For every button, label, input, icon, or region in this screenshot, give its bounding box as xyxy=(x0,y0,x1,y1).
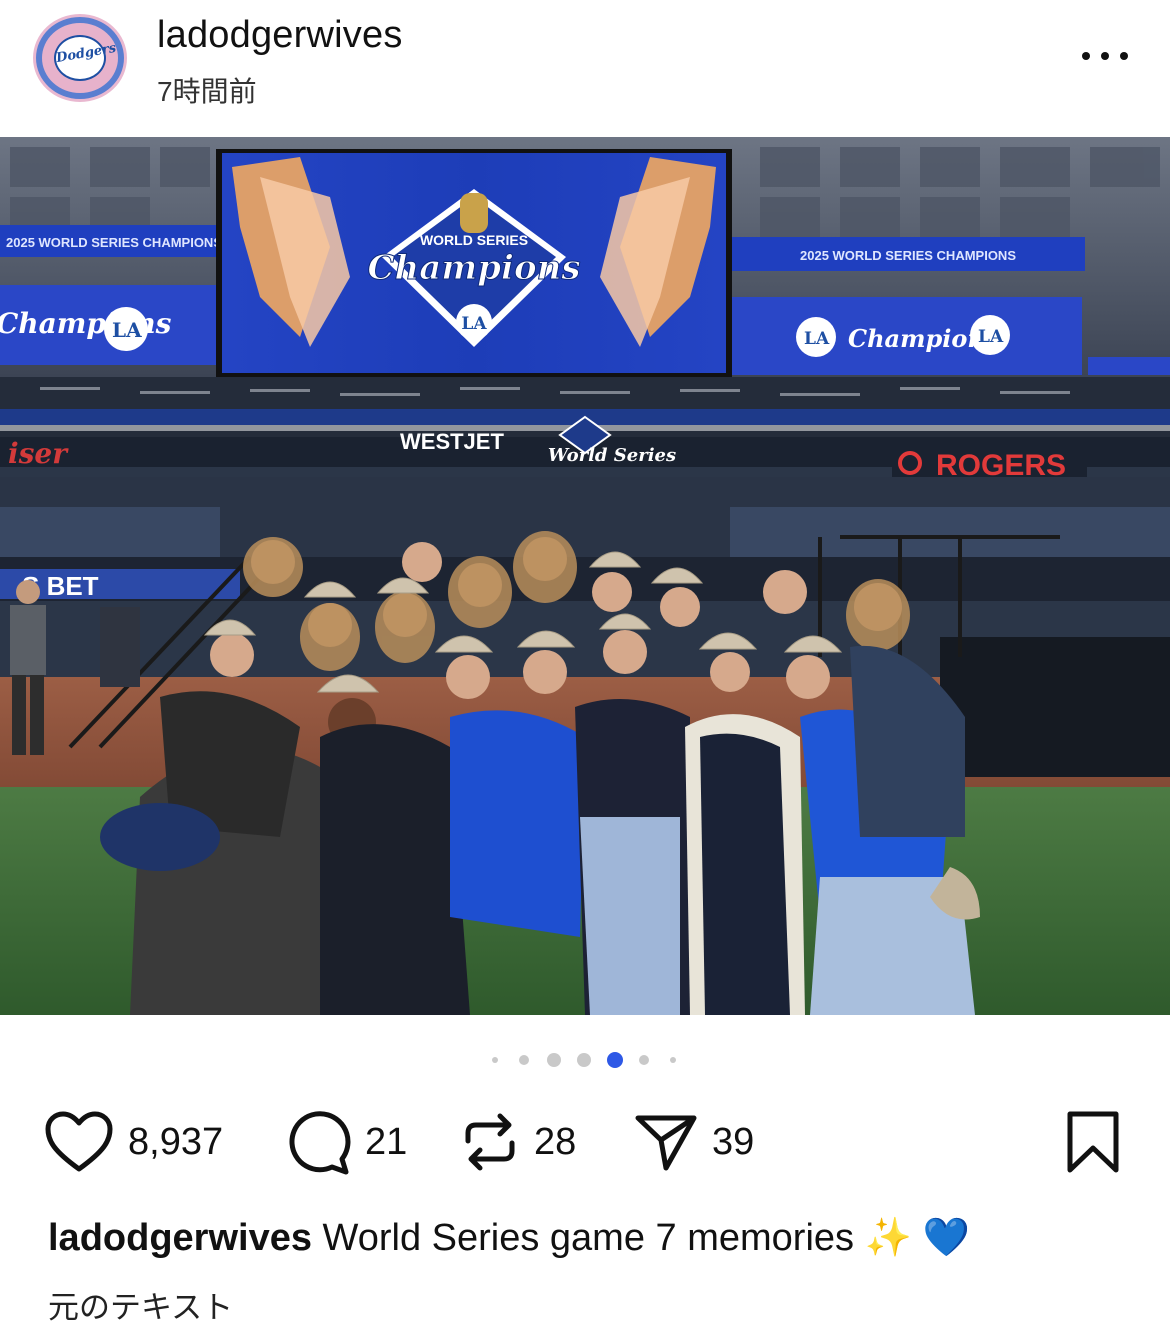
svg-text:iser: iser xyxy=(8,437,69,470)
caption-text: World Series game 7 memories xyxy=(322,1217,855,1259)
avatar[interactable]: Dodgers xyxy=(33,14,127,102)
show-original-text-link[interactable]: 元のテキスト xyxy=(48,1282,233,1324)
post-image[interactable]: 2025 WORLD SERIES CHAMPIONS 2025 WORLD S… xyxy=(0,137,1170,1015)
scoreboard-champions: Champions xyxy=(367,248,580,288)
caption-username[interactable]: ladodgerwives xyxy=(48,1217,312,1259)
comment-count: 21 xyxy=(365,1120,408,1163)
scoreboard-la: LA xyxy=(461,314,487,334)
carousel-dot xyxy=(639,1055,649,1065)
stadium-photo: 2025 WORLD SERIES CHAMPIONS 2025 WORLD S… xyxy=(0,137,1170,1015)
right-board-la-1: LA xyxy=(804,329,830,349)
scoreboard-world-series: WORLD SERIES xyxy=(420,232,528,248)
heart-icon xyxy=(45,1111,113,1172)
sparkles-emoji: ✨ xyxy=(864,1217,912,1259)
post-username[interactable]: ladodgerwives xyxy=(157,14,403,57)
carousel-dot xyxy=(492,1057,498,1063)
more-icon-dot xyxy=(1101,52,1109,60)
carousel-dot xyxy=(519,1055,529,1065)
comment-icon xyxy=(289,1111,351,1175)
sponsor-world-series: World Series xyxy=(548,445,676,466)
comment-button[interactable]: 21 xyxy=(285,1111,408,1175)
repost-count: 28 xyxy=(534,1120,577,1163)
left-board-la: LA xyxy=(112,318,142,342)
more-options-button[interactable] xyxy=(1082,48,1128,64)
like-button[interactable]: 8,937 xyxy=(44,1111,224,1172)
bookmark-button[interactable] xyxy=(1064,1110,1122,1174)
carousel-indicator xyxy=(490,1050,690,1070)
share-button[interactable]: 39 xyxy=(634,1114,755,1171)
repost-button[interactable]: 28 xyxy=(460,1113,577,1171)
post-header: Dodgers ladodgerwives 7時間前 xyxy=(0,0,1170,136)
right-board-la-2: LA xyxy=(978,327,1004,347)
share-icon xyxy=(635,1115,697,1171)
post-timestamp: 7時間前 xyxy=(157,76,257,107)
carousel-dot xyxy=(547,1053,561,1067)
share-count: 39 xyxy=(712,1120,755,1163)
bookmark-icon xyxy=(1067,1111,1119,1173)
sponsor-westjet: WESTJET xyxy=(400,429,504,454)
more-icon-dot xyxy=(1120,52,1128,60)
carousel-dot-active xyxy=(607,1052,623,1068)
carousel-dot xyxy=(577,1053,591,1067)
more-icon xyxy=(1082,52,1090,60)
action-bar: 8,937 21 28 39 xyxy=(0,1100,1170,1184)
like-count: 8,937 xyxy=(128,1120,224,1163)
post-caption: ladodgerwives World Series game 7 memori… xyxy=(48,1214,1148,1262)
blue-heart-emoji: 💙 xyxy=(922,1217,970,1259)
ribbon-right-text: 2025 WORLD SERIES CHAMPIONS xyxy=(800,248,1016,263)
ribbon-left-text: 2025 WORLD SERIES CHAMPIONS xyxy=(6,235,222,250)
carousel-dot xyxy=(670,1057,676,1063)
repost-icon xyxy=(465,1113,515,1171)
